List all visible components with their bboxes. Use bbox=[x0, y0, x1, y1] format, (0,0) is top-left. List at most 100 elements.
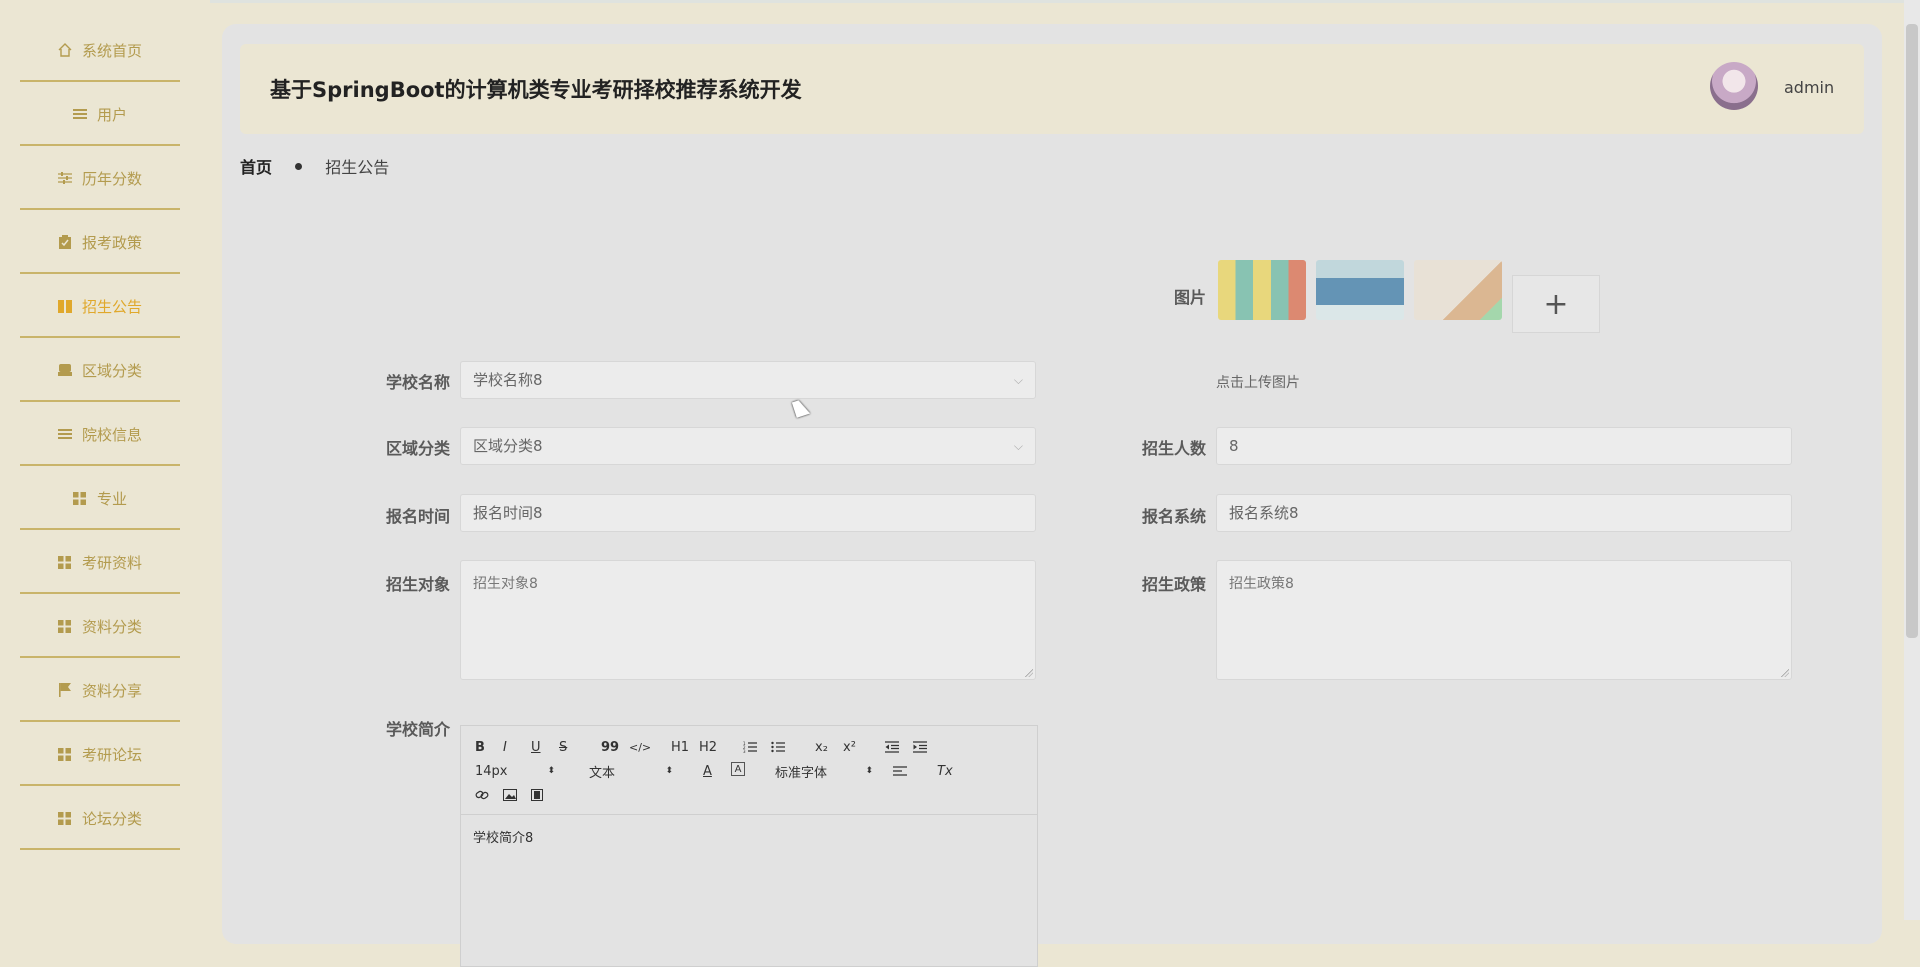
font-color-icon[interactable]: A bbox=[703, 762, 712, 780]
policy-label: 招生政策 bbox=[1141, 575, 1206, 594]
enroll-count-label: 招生人数 bbox=[1141, 439, 1206, 458]
school-name-value: 学校名称8 bbox=[473, 371, 543, 389]
sidebar-item-label: 专业 bbox=[96, 489, 127, 508]
add-image-button[interactable]: + bbox=[1512, 275, 1600, 333]
top-border bbox=[0, 0, 1920, 3]
target-value: 招生对象8 bbox=[473, 576, 538, 592]
image-thumbnail[interactable] bbox=[1316, 260, 1404, 320]
sidebar-item-material-share[interactable]: 资料分享 bbox=[20, 660, 180, 722]
grid-icon bbox=[58, 811, 72, 825]
rich-text-editor: B I U S 99 </> H1 H2 123 x₂ x² 14px ⬍ 文本… bbox=[460, 725, 1038, 967]
reg-time-label: 报名时间 bbox=[385, 507, 450, 526]
policy-textarea[interactable]: 招生政策8 bbox=[1216, 560, 1792, 680]
font-family-select[interactable]: 标准字体 ⬍ bbox=[775, 762, 873, 781]
sidebar-item-label: 用户 bbox=[96, 105, 127, 124]
sidebar-item-label: 报考政策 bbox=[81, 233, 142, 252]
sidebar: 系统首页 用户 历年分数 报考政策 招生公告 区域分类 院校信息 专业 考研资料… bbox=[0, 0, 210, 920]
reg-time-value: 报名时间8 bbox=[473, 504, 543, 522]
bg-color-icon[interactable]: A bbox=[731, 762, 745, 776]
school-name-select[interactable]: 学校名称8 ⌵ bbox=[460, 361, 1036, 399]
sidebar-item-region[interactable]: 区域分类 bbox=[20, 340, 180, 402]
sidebar-item-material-category[interactable]: 资料分类 bbox=[20, 596, 180, 658]
superscript-button[interactable]: x² bbox=[843, 738, 856, 756]
breadcrumb-home[interactable]: 首页 bbox=[240, 158, 272, 177]
updown-icon: ⬍ bbox=[865, 766, 873, 776]
align-icon[interactable] bbox=[893, 762, 907, 780]
username[interactable]: admin bbox=[1784, 78, 1834, 97]
indent-icon[interactable] bbox=[913, 738, 927, 756]
editor-toolbar: B I U S 99 </> H1 H2 123 x₂ x² 14px ⬍ 文本… bbox=[461, 726, 1037, 815]
reg-system-input[interactable]: 报名系统8 bbox=[1216, 494, 1792, 532]
sidebar-item-label: 招生公告 bbox=[81, 297, 142, 316]
font-family-value: 标准字体 bbox=[775, 765, 828, 781]
underline-button[interactable]: U bbox=[531, 738, 541, 756]
sidebar-item-users[interactable]: 用户 bbox=[20, 84, 180, 146]
image-thumbnail[interactable] bbox=[1414, 260, 1502, 320]
policy-value: 招生政策8 bbox=[1229, 576, 1294, 592]
sidebar-item-announcement[interactable]: 招生公告 bbox=[20, 276, 180, 338]
enroll-count-input[interactable]: 8 bbox=[1216, 427, 1792, 465]
sidebar-item-label: 系统首页 bbox=[81, 41, 142, 60]
grid-icon bbox=[58, 747, 72, 761]
region-select[interactable]: 区域分类8 ⌵ bbox=[460, 427, 1036, 465]
link-icon[interactable] bbox=[475, 786, 489, 804]
italic-button[interactable]: I bbox=[503, 738, 507, 756]
updown-icon: ⬍ bbox=[547, 766, 555, 776]
resize-handle[interactable] bbox=[1025, 669, 1033, 677]
quote-button[interactable]: 99 bbox=[601, 738, 619, 756]
region-label: 区域分类 bbox=[385, 439, 450, 458]
code-button[interactable]: </> bbox=[629, 738, 651, 756]
sidebar-item-home[interactable]: 系统首页 bbox=[20, 20, 180, 82]
plus-icon: + bbox=[1543, 286, 1569, 322]
scrollbar-thumb[interactable] bbox=[1906, 24, 1918, 638]
resize-handle[interactable] bbox=[1781, 669, 1789, 677]
breadcrumb-separator bbox=[295, 163, 303, 170]
video-icon[interactable] bbox=[531, 786, 543, 804]
reg-system-value: 报名系统8 bbox=[1229, 504, 1299, 522]
sidebar-item-schools[interactable]: 院校信息 bbox=[20, 404, 180, 466]
h2-button[interactable]: H2 bbox=[699, 738, 717, 756]
clear-format-button[interactable]: Tx bbox=[937, 762, 953, 780]
sidebar-item-label: 区域分类 bbox=[81, 361, 142, 380]
chevron-down-icon: ⌵ bbox=[1013, 373, 1023, 387]
bold-button[interactable]: B bbox=[475, 738, 485, 756]
intro-value: 学校简介8 bbox=[473, 831, 534, 846]
reg-system-label: 报名系统 bbox=[1141, 507, 1206, 526]
sidebar-item-forum-category[interactable]: 论坛分类 bbox=[20, 788, 180, 850]
breadcrumb: 首页 招生公告 bbox=[240, 154, 389, 178]
reg-time-input[interactable]: 报名时间8 bbox=[460, 494, 1036, 532]
enroll-count-value: 8 bbox=[1229, 437, 1239, 455]
sidebar-item-scores[interactable]: 历年分数 bbox=[20, 148, 180, 210]
sidebar-item-policy[interactable]: 报考政策 bbox=[20, 212, 180, 274]
region-value: 区域分类8 bbox=[473, 437, 543, 455]
text-type-select[interactable]: 文本 ⬍ bbox=[589, 762, 673, 781]
target-textarea[interactable]: 招生对象8 bbox=[460, 560, 1036, 680]
school-name-label: 学校名称 bbox=[385, 373, 450, 392]
h1-button[interactable]: H1 bbox=[671, 738, 689, 756]
ordered-list-icon[interactable]: 123 bbox=[743, 738, 757, 756]
sidebar-item-materials[interactable]: 考研资料 bbox=[20, 532, 180, 594]
font-size-select[interactable]: 14px ⬍ bbox=[475, 762, 555, 780]
book-icon bbox=[57, 299, 72, 313]
grid-icon bbox=[58, 555, 72, 569]
sidebar-item-major[interactable]: 专业 bbox=[20, 468, 180, 530]
image-thumbnail[interactable] bbox=[1218, 260, 1306, 320]
updown-icon: ⬍ bbox=[665, 766, 673, 776]
home-icon bbox=[58, 43, 72, 57]
font-size-value: 14px bbox=[475, 763, 508, 779]
sidebar-item-label: 院校信息 bbox=[81, 425, 142, 444]
sidebar-item-label: 历年分数 bbox=[81, 169, 142, 188]
grid-icon bbox=[73, 491, 87, 505]
avatar[interactable] bbox=[1710, 62, 1758, 110]
box-icon bbox=[57, 363, 72, 377]
sidebar-item-forum[interactable]: 考研论坛 bbox=[20, 724, 180, 786]
strike-button[interactable]: S bbox=[559, 738, 567, 756]
outdent-icon[interactable] bbox=[885, 738, 899, 756]
bullet-list-icon[interactable] bbox=[771, 738, 785, 756]
app-title: 基于SpringBoot的计算机类专业考研择校推荐系统开发 bbox=[270, 78, 802, 102]
subscript-button[interactable]: x₂ bbox=[815, 738, 828, 756]
image-icon[interactable] bbox=[503, 786, 517, 804]
editor-content[interactable]: 学校简介8 bbox=[461, 815, 1037, 858]
sidebar-item-label: 资料分类 bbox=[81, 617, 142, 636]
sliders-icon bbox=[57, 171, 72, 185]
